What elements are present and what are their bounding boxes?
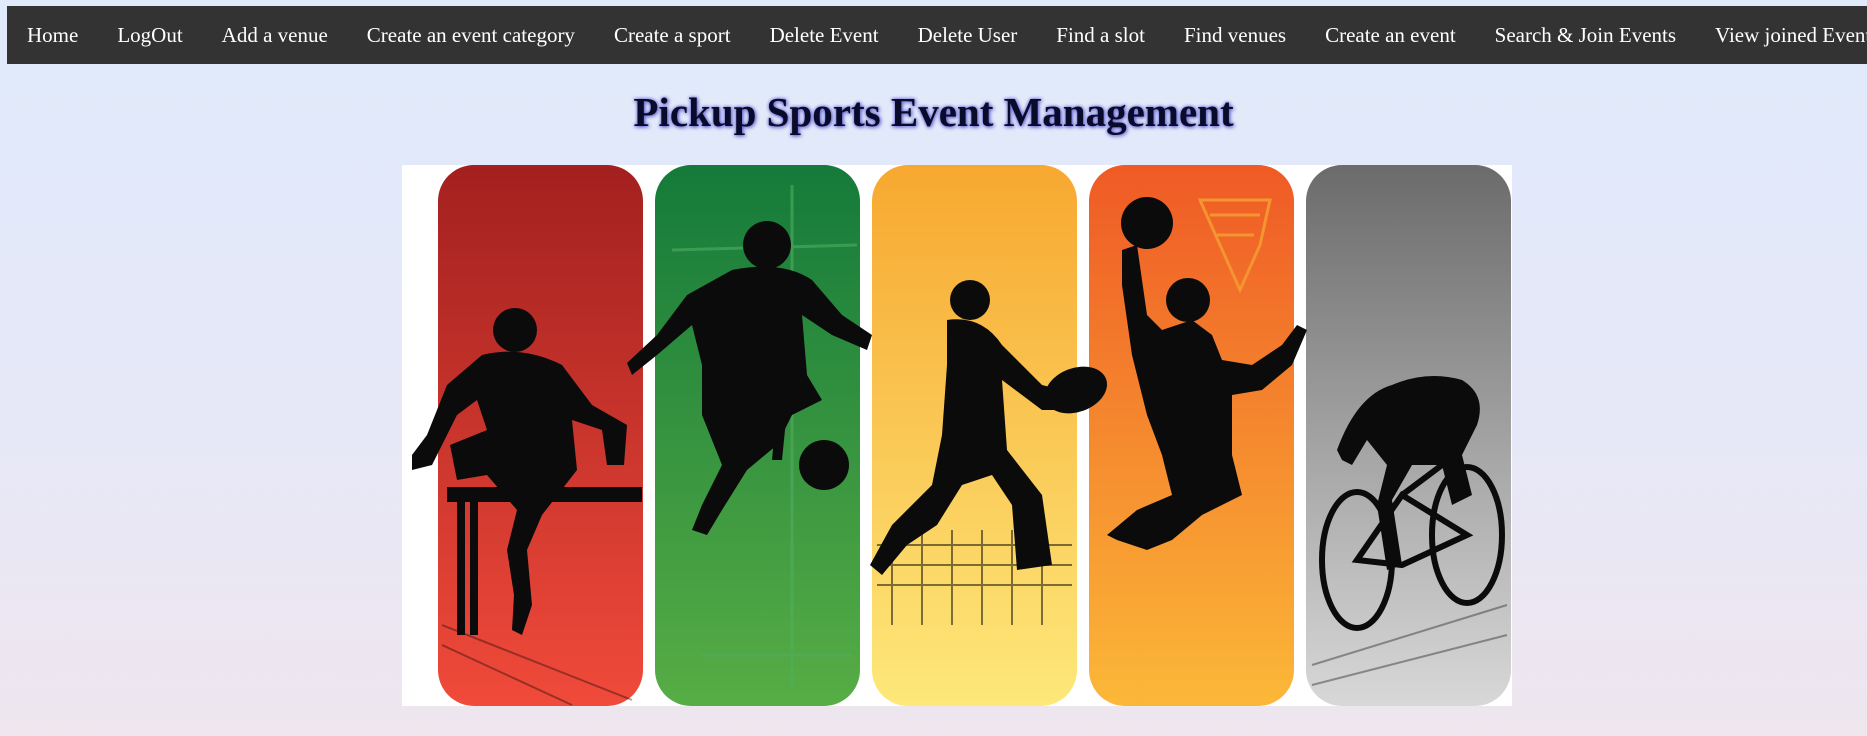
page-title: Pickup Sports Event Management <box>633 89 1234 135</box>
nav-search-join-events[interactable]: Search & Join Events <box>1475 6 1695 64</box>
nav-delete-event[interactable]: Delete Event <box>750 6 898 64</box>
sports-banner-image <box>402 165 1512 706</box>
nav-create-event-category[interactable]: Create an event category <box>347 6 594 64</box>
nav-add-venue[interactable]: Add a venue <box>202 6 347 64</box>
nav-find-slot[interactable]: Find a slot <box>1037 6 1165 64</box>
nav-create-event[interactable]: Create an event <box>1306 6 1476 64</box>
nav-delete-user[interactable]: Delete User <box>898 6 1037 64</box>
nav-create-sport[interactable]: Create a sport <box>594 6 750 64</box>
nav-logout[interactable]: LogOut <box>98 6 202 64</box>
nav-home[interactable]: Home <box>7 6 98 64</box>
nav-view-joined-events[interactable]: View joined Events <box>1696 6 1867 64</box>
top-navbar: Home LogOut Add a venue Create an event … <box>7 6 1867 64</box>
nav-find-venues[interactable]: Find venues <box>1164 6 1305 64</box>
